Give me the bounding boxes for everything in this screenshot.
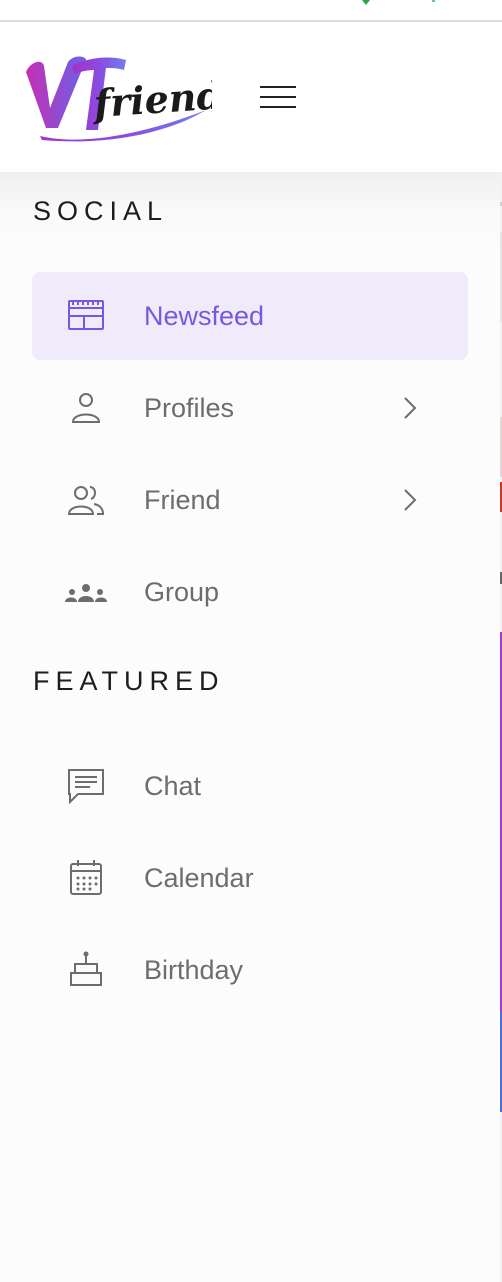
sidebar: SOCIAL Newsfeed Profiles Friend Group FE… (0, 172, 500, 1282)
group-icon (65, 572, 107, 612)
sidebar-item-newsfeed[interactable]: Newsfeed (32, 272, 468, 360)
calendar-icon (66, 858, 106, 898)
section-title-social: SOCIAL (33, 196, 169, 226)
sidebar-item-friend[interactable]: Friend (32, 456, 468, 544)
section-title-featured: FEATURED (33, 666, 225, 696)
sidebar-item-group[interactable]: Group (32, 548, 468, 636)
sidebar-item-calendar[interactable]: Calendar (32, 834, 468, 922)
chat-icon (66, 766, 106, 806)
cake-icon (66, 950, 106, 990)
friends-icon (66, 480, 106, 520)
sidebar-item-label: Calendar (144, 863, 254, 893)
newsfeed-icon (66, 296, 106, 336)
app-screen: friends SOCIAL Newsfeed Profiles Friend … (0, 0, 502, 1282)
sidebar-item-birthday[interactable]: Birthday (32, 926, 468, 1014)
sidebar-item-profiles[interactable]: Profiles (32, 364, 468, 452)
logo-wordmark: friends (89, 71, 212, 127)
sidebar-item-label: Profiles (144, 393, 235, 423)
hamburger-icon[interactable] (260, 84, 296, 110)
sidebar-item-label: Newsfeed (144, 301, 265, 331)
sidebar-item-label: Friend (144, 485, 221, 515)
status-mark (432, 0, 435, 2)
brand-logo[interactable]: friends (20, 48, 212, 144)
chevron-right-icon[interactable] (400, 394, 420, 422)
sidebar-item-label: Birthday (144, 955, 244, 985)
sidebar-header: friends (0, 22, 502, 172)
chevron-right-icon[interactable] (400, 486, 420, 514)
sidebar-item-chat[interactable]: Chat (32, 742, 468, 830)
sidebar-item-label: Chat (144, 771, 202, 801)
top-status-strip (0, 0, 502, 22)
sidebar-item-label: Group (144, 577, 220, 607)
user-icon (66, 388, 106, 428)
signal-mark (362, 0, 370, 5)
